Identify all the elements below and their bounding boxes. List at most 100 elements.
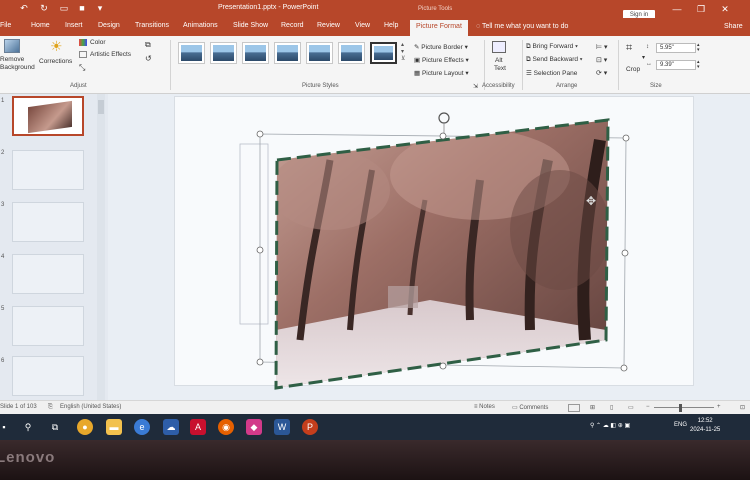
tab-help[interactable]: Help bbox=[384, 22, 398, 29]
file-explorer-icon[interactable]: ▬ bbox=[106, 419, 122, 435]
comments-button[interactable]: ▭ Comments bbox=[512, 404, 548, 411]
screen: ↶ ↻ ▭ ■ ▾ Presentation1.pptx - PowerPoin… bbox=[0, 0, 750, 440]
picture-style-6[interactable] bbox=[338, 42, 365, 64]
slide-thumbnail-5[interactable] bbox=[12, 306, 84, 346]
slide-sorter-icon[interactable]: ⊞ bbox=[590, 404, 595, 411]
width-stepper[interactable]: ▴ ▾ bbox=[697, 60, 700, 70]
height-icon: ↕ bbox=[646, 44, 649, 50]
slide-canvas[interactable] bbox=[174, 96, 694, 386]
picture-style-5[interactable] bbox=[306, 42, 333, 64]
notes-button[interactable]: ≡ Notes bbox=[474, 404, 495, 410]
tab-picture-format[interactable]: Picture Format bbox=[410, 20, 468, 36]
reading-view-icon[interactable]: ▯ bbox=[610, 404, 613, 411]
alt-text-icon[interactable] bbox=[492, 41, 506, 53]
tray-icons[interactable]: ⚲ ⌃ ☁ ◧ ⊕ ▣ bbox=[590, 422, 630, 429]
minimize-icon[interactable]: — bbox=[670, 2, 684, 16]
slide-thumbnail-3[interactable] bbox=[12, 202, 84, 242]
spellcheck-icon[interactable]: ⎘ bbox=[48, 404, 53, 411]
slide-number: 5 bbox=[1, 306, 5, 312]
tab-view[interactable]: View bbox=[355, 22, 370, 29]
picture-effects-button[interactable]: ▣ Picture Effects ▾ bbox=[414, 56, 469, 64]
tab-slide-show[interactable]: Slide Show bbox=[233, 22, 268, 29]
compress-icon[interactable]: ⤡ bbox=[79, 63, 85, 73]
artistic-effects-button[interactable]: Artistic Effects bbox=[90, 51, 131, 58]
crop-dropdown-icon[interactable]: ▾ bbox=[642, 54, 645, 61]
bring-forward-button[interactable]: ⧉ Bring Forward ▾ bbox=[526, 43, 578, 51]
alt-text-label-2[interactable]: Text bbox=[494, 65, 506, 72]
change-picture-icon[interactable]: ⧉ bbox=[145, 40, 151, 50]
picture-style-4[interactable] bbox=[274, 42, 301, 64]
slide-thumbnail-2[interactable] bbox=[12, 150, 84, 190]
corrections-button[interactable]: Corrections bbox=[39, 58, 72, 65]
picture-border-button[interactable]: ✎ Picture Border ▾ bbox=[414, 43, 468, 51]
present-icon[interactable]: ▭ bbox=[58, 2, 70, 14]
redo-icon[interactable]: ↻ bbox=[38, 2, 50, 14]
firefox-icon[interactable]: ◉ bbox=[218, 419, 234, 435]
dialog-launcher-icon[interactable]: ⇲ bbox=[473, 83, 478, 90]
fit-to-window-icon[interactable]: ⊡ bbox=[740, 404, 745, 411]
remove-background-icon[interactable] bbox=[4, 39, 20, 53]
tab-design[interactable]: Design bbox=[98, 22, 120, 29]
normal-view-icon[interactable] bbox=[568, 404, 580, 412]
app-icon[interactable]: ◆ bbox=[246, 419, 262, 435]
picture-style-2[interactable] bbox=[210, 42, 237, 64]
input-language[interactable]: ENG bbox=[674, 422, 687, 428]
scrollbar-thumb[interactable] bbox=[98, 100, 104, 114]
slideshow-view-icon[interactable]: ▭ bbox=[628, 404, 634, 411]
crop-icon[interactable]: ⌗ bbox=[626, 42, 632, 55]
align-icon[interactable]: ⊨ ▾ bbox=[596, 43, 608, 51]
zoom-slider-thumb[interactable] bbox=[679, 404, 682, 412]
corrections-icon[interactable]: ☀ bbox=[50, 38, 63, 55]
picture-style-1[interactable] bbox=[178, 42, 205, 64]
tab-file[interactable]: File bbox=[0, 22, 11, 29]
tell-me-search[interactable]: ◌ Tell me what you want to do bbox=[476, 23, 568, 30]
zoom-in-icon[interactable]: + bbox=[717, 404, 721, 410]
save-icon[interactable]: ■ bbox=[76, 2, 88, 14]
zoom-out-icon[interactable]: − bbox=[646, 404, 650, 410]
slide-thumbnail-1[interactable] bbox=[12, 96, 84, 136]
acrobat-icon[interactable]: A bbox=[190, 419, 206, 435]
selection-pane-button[interactable]: ☰ Selection Pane bbox=[526, 69, 577, 77]
taskbar-clock[interactable]: 12:52 2024-11-25 bbox=[690, 417, 720, 435]
height-stepper[interactable]: ▴ ▾ bbox=[697, 43, 700, 53]
tab-review[interactable]: Review bbox=[317, 22, 340, 29]
slide-thumbnail-6[interactable] bbox=[12, 356, 84, 396]
thumbnails-scrollbar[interactable] bbox=[97, 94, 105, 400]
share-button[interactable]: Share bbox=[724, 23, 743, 30]
group-icon[interactable]: ⊡ ▾ bbox=[596, 56, 607, 64]
tab-home[interactable]: Home bbox=[31, 22, 50, 29]
undo-icon[interactable]: ↶ bbox=[18, 2, 30, 14]
picture-style-7[interactable] bbox=[370, 42, 397, 64]
color-button[interactable]: Color bbox=[90, 39, 106, 46]
start-icon[interactable]: ▪ bbox=[0, 419, 8, 435]
width-field[interactable]: 9.39" bbox=[656, 60, 696, 70]
picture-style-3[interactable] bbox=[242, 42, 269, 64]
edge-icon[interactable]: e bbox=[134, 419, 150, 435]
close-icon[interactable]: ✕ bbox=[718, 2, 732, 16]
picture-layout-button[interactable]: ▦ Picture Layout ▾ bbox=[414, 69, 469, 77]
zoom-slider[interactable] bbox=[654, 407, 714, 408]
gallery-scroll-icon[interactable]: ▴ ▾ ⊻ bbox=[401, 42, 405, 63]
height-field[interactable]: 5.95" bbox=[656, 43, 696, 53]
restore-icon[interactable]: ❐ bbox=[694, 2, 708, 16]
reset-picture-icon[interactable]: ↺ bbox=[145, 54, 152, 63]
tab-insert[interactable]: Insert bbox=[65, 22, 83, 29]
slide-thumbnail-4[interactable] bbox=[12, 254, 84, 294]
remove-background-label-1[interactable]: Remove bbox=[0, 56, 24, 63]
remove-background-label-2[interactable]: Background bbox=[0, 64, 35, 71]
crop-button[interactable]: Crop bbox=[626, 66, 640, 73]
word-icon[interactable]: W bbox=[274, 419, 290, 435]
tab-record[interactable]: Record bbox=[281, 22, 304, 29]
tab-animations[interactable]: Animations bbox=[183, 22, 218, 29]
tab-transitions[interactable]: Transitions bbox=[135, 22, 169, 29]
customize-icon[interactable]: ▾ bbox=[94, 2, 106, 14]
chrome-icon[interactable]: ● bbox=[77, 419, 93, 435]
rotate-icon[interactable]: ⟳ ▾ bbox=[596, 69, 607, 77]
send-backward-button[interactable]: ⧉ Send Backward ▾ bbox=[526, 56, 583, 64]
powerpoint-icon[interactable]: P bbox=[302, 419, 318, 435]
search-icon[interactable]: ⚲ bbox=[20, 419, 36, 435]
alt-text-label-1[interactable]: Alt bbox=[495, 57, 503, 64]
task-view-icon[interactable]: ⧉ bbox=[47, 419, 63, 435]
language-indicator[interactable]: English (United States) bbox=[60, 404, 121, 410]
photos-icon[interactable]: ☁ bbox=[163, 419, 179, 435]
